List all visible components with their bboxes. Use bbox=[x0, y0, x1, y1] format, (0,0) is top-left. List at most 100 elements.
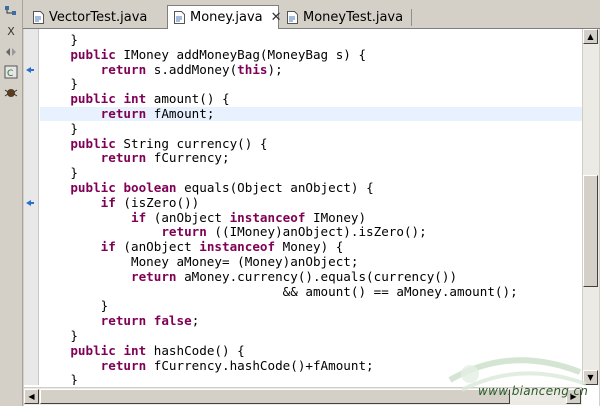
close-x-glyph: X bbox=[7, 24, 15, 38]
vertical-scroll-thumb[interactable] bbox=[583, 175, 598, 287]
code-keyword: this bbox=[237, 61, 268, 77]
code-line: return ((IMoney)anObject).isZero(); bbox=[40, 225, 582, 239]
code-text: IMoney addMoneyBag(MoneyBag s) { bbox=[115, 46, 367, 62]
svg-text:C: C bbox=[7, 69, 13, 79]
tab-label: MoneyTest.java bbox=[303, 10, 404, 25]
code-keyword: public bbox=[70, 342, 116, 358]
code-text: hashCode() { bbox=[146, 342, 245, 358]
code-keyword: if bbox=[100, 239, 116, 255]
left-toolbar: X C bbox=[0, 0, 23, 406]
code-line: if (isZero()) bbox=[40, 194, 582, 210]
code-keyword: boolean bbox=[123, 180, 177, 195]
override-indicator-icon[interactable] bbox=[25, 199, 35, 207]
tab-label: Money.java bbox=[190, 10, 263, 25]
code-keyword: return bbox=[100, 106, 147, 121]
code-line: return fCurrency; bbox=[40, 151, 582, 165]
editor-tab-bar: VectorTest.java Money.java ✕ MoneyTest.j… bbox=[23, 0, 600, 29]
vertical-scrollbar[interactable]: ▲ ▼ bbox=[582, 29, 599, 385]
code-text: (anObject bbox=[115, 239, 200, 255]
code-keyword: public bbox=[70, 91, 116, 107]
close-x-icon[interactable]: X bbox=[2, 22, 20, 40]
code-text: (isZero()) bbox=[115, 194, 200, 210]
code-line: public int amount() { bbox=[40, 92, 582, 106]
vertical-ruler[interactable] bbox=[24, 29, 39, 385]
code-line: } bbox=[40, 299, 582, 313]
scroll-up-button[interactable]: ▲ bbox=[583, 29, 598, 44]
tab-money[interactable]: Money.java ✕ bbox=[167, 5, 282, 29]
code-keyword: int bbox=[123, 91, 147, 107]
override-indicator-icon[interactable] bbox=[25, 66, 35, 74]
code-text: (anObject bbox=[146, 209, 230, 225]
code-text: String currency() { bbox=[115, 135, 268, 151]
code-line: } bbox=[40, 77, 582, 91]
code-line: return s.addMoney(this); bbox=[40, 61, 582, 77]
java-file-icon bbox=[287, 11, 298, 24]
code-text: fCurrency; bbox=[146, 150, 230, 166]
code-text: Money aMoney= (Money)anObject; bbox=[40, 254, 359, 269]
code-keyword: false bbox=[153, 313, 192, 329]
close-tab-icon[interactable]: ✕ bbox=[271, 10, 282, 25]
class-icon[interactable]: C bbox=[2, 63, 20, 81]
tab-label: VectorTest.java bbox=[49, 10, 148, 25]
code-text: s.addMoney( bbox=[146, 61, 238, 77]
code-line: } bbox=[40, 120, 582, 136]
code-keyword: public bbox=[70, 135, 116, 151]
code-line: return aMoney.currency().equals(currency… bbox=[40, 268, 582, 284]
code-keyword: public bbox=[70, 46, 116, 62]
code-line: && amount() == aMoney.amount(); bbox=[40, 283, 582, 299]
code-line: if (anObject instanceof IMoney) bbox=[40, 209, 582, 225]
code-text: && amount() == aMoney.amount(); bbox=[40, 283, 518, 299]
watermark-text: www.bianceng.cn bbox=[478, 384, 589, 398]
code-keyword: return bbox=[100, 357, 147, 373]
scroll-left-button[interactable]: ◀ bbox=[24, 389, 39, 404]
code-text: equals(Object anObject) { bbox=[176, 180, 374, 195]
tab-vectortest[interactable]: VectorTest.java bbox=[27, 7, 167, 28]
code-text: } bbox=[40, 165, 78, 181]
code-text: } bbox=[40, 372, 78, 385]
code-text: aMoney.currency().equals(currency()) bbox=[176, 268, 458, 284]
code-keyword: instanceof bbox=[229, 209, 306, 225]
code-keyword: return bbox=[131, 268, 177, 284]
code-text: } bbox=[40, 120, 78, 136]
diff-icon[interactable] bbox=[2, 43, 20, 61]
code-line: public boolean equals(Object anObject) { bbox=[40, 181, 582, 195]
code-line: if (anObject instanceof Money) { bbox=[40, 240, 582, 254]
code-text: Money) { bbox=[275, 239, 344, 255]
code-text: } bbox=[40, 328, 78, 343]
code-text: IMoney) bbox=[305, 209, 367, 225]
code-text: } bbox=[40, 32, 78, 47]
code-line: return false; bbox=[40, 314, 582, 328]
tab-moneytest[interactable]: MoneyTest.java bbox=[281, 7, 411, 28]
hierarchy-icon[interactable] bbox=[2, 3, 20, 21]
code-area[interactable]: } public IMoney addMoneyBag(MoneyBag s) … bbox=[40, 29, 582, 385]
code-line: } bbox=[40, 33, 582, 47]
code-keyword: instanceof bbox=[199, 239, 276, 255]
bug-icon[interactable] bbox=[2, 84, 20, 102]
code-keyword: return bbox=[161, 224, 207, 240]
code-line: public String currency() { bbox=[40, 135, 582, 151]
code-keyword: if bbox=[100, 194, 116, 210]
java-file-icon bbox=[174, 11, 185, 24]
code-line: public IMoney addMoneyBag(MoneyBag s) { bbox=[40, 46, 582, 62]
code-text: ; bbox=[191, 313, 200, 329]
code-text: fCurrency.hashCode()+fAmount; bbox=[146, 357, 374, 373]
code-line: Money aMoney= (Money)anObject; bbox=[40, 255, 582, 269]
code-text: ); bbox=[267, 61, 283, 77]
code-line: } bbox=[40, 166, 582, 180]
code-text: ((IMoney)anObject).isZero(); bbox=[206, 224, 427, 240]
code-keyword: return bbox=[100, 313, 147, 329]
code-text: fAmount; bbox=[146, 106, 215, 121]
